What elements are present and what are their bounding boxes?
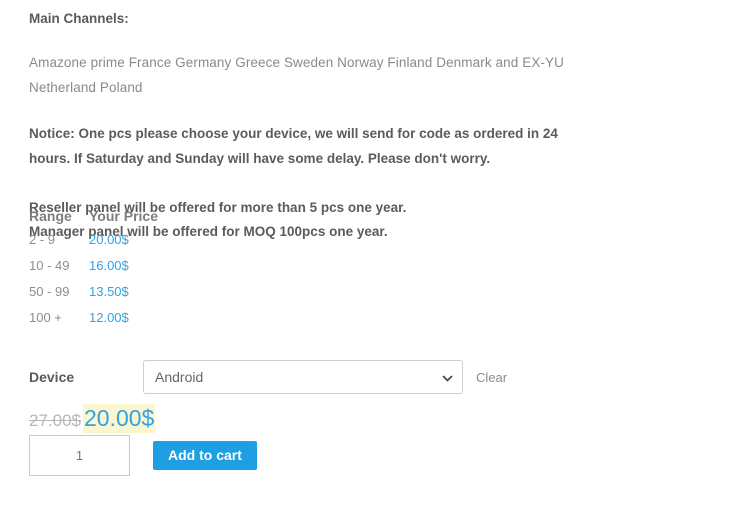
device-label: Device (29, 369, 75, 385)
device-selection-row: Device Android Clear (29, 360, 507, 394)
product-purchase-panel: Main Channels: Amazone prime France Germ… (0, 0, 754, 506)
product-price-display: 27.00$ 20.00$ (29, 404, 156, 433)
price-table-header-range: Range (29, 208, 72, 224)
range-cell: 100 + (29, 310, 62, 325)
channels-list-text: Amazone prime France Germany Greece Swed… (29, 55, 564, 96)
original-price: 27.00$ (29, 411, 81, 430)
main-channels-heading: Main Channels: (29, 11, 129, 26)
price-cell: 16.00$ (89, 258, 129, 273)
add-to-cart-button[interactable]: Add to cart (153, 441, 257, 470)
table-row: 10 - 49 16.00$ (29, 258, 158, 284)
tiered-price-table: Range Your Price 2 - 9 20.00$ 10 - 49 16… (29, 208, 158, 336)
range-cell: 2 - 9 (29, 232, 56, 247)
price-cell: 13.50$ (89, 284, 129, 299)
range-cell: 10 - 49 (29, 258, 70, 273)
quantity-input[interactable] (29, 435, 130, 476)
clear-selection-link[interactable]: Clear (476, 370, 507, 385)
sale-price: 20.00$ (83, 404, 156, 433)
price-cell: 12.00$ (89, 310, 129, 325)
table-row: 100 + 12.00$ (29, 310, 158, 336)
device-select[interactable]: Android (143, 360, 463, 394)
table-row: 2 - 9 20.00$ (29, 232, 158, 258)
price-table-header-row: Range Your Price (29, 208, 158, 232)
price-table-header-price: Your Price (89, 208, 158, 224)
device-select-wrapper: Android (143, 360, 463, 394)
range-cell: 50 - 99 (29, 284, 70, 299)
table-row: 50 - 99 13.50$ (29, 284, 158, 310)
add-to-cart-row: Add to cart (29, 435, 257, 476)
notice-text: Notice: One pcs please choose your devic… (29, 126, 558, 167)
price-cell: 20.00$ (89, 232, 129, 247)
